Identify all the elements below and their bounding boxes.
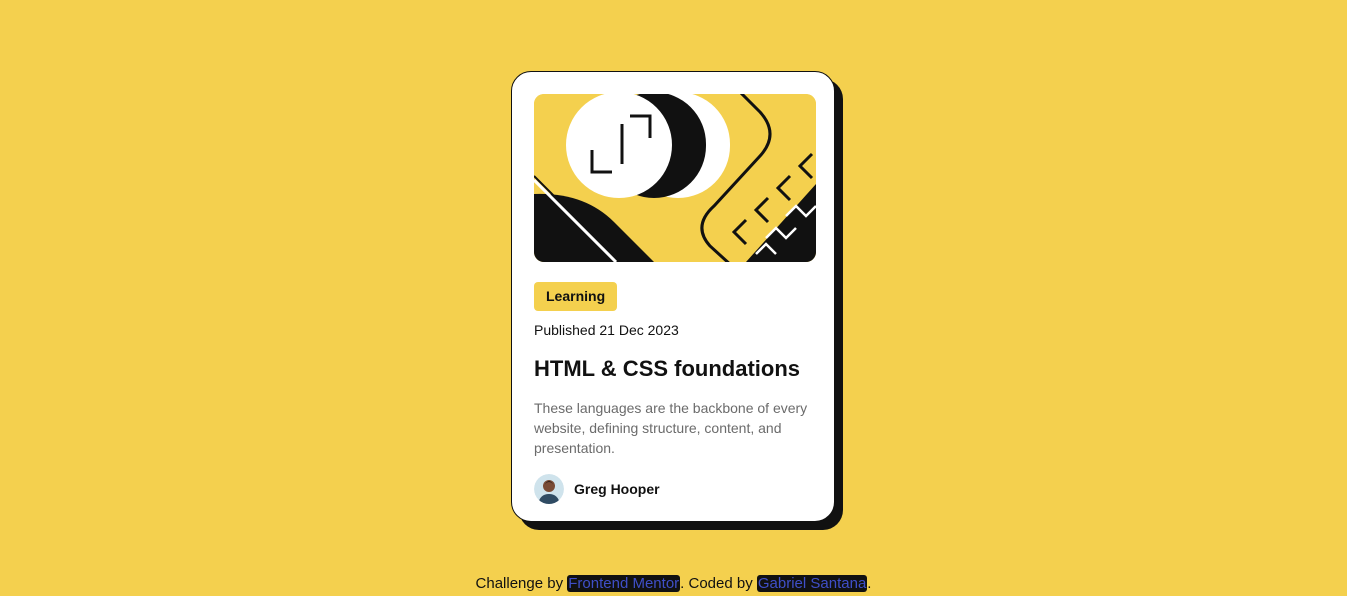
publish-date: Published 21 Dec 2023 [534,322,679,338]
attribution-prefix: Challenge by [475,575,568,592]
card-title[interactable]: HTML & CSS foundations [534,356,800,382]
frontend-mentor-link[interactable]: Frontend Mentor [567,575,681,592]
category-tag: Learning [534,282,618,311]
attribution: Challenge by Frontend Mentor. Coded by G… [0,575,1347,592]
card-description: These languages are the backbone of ever… [534,400,808,456]
author-name: Greg Hooper [574,481,660,497]
attribution-suffix: . [867,575,872,592]
attribution-middle: . Coded by [680,575,757,592]
author: Greg Hooper [534,474,660,504]
blog-preview-card[interactable]: Learning Published 21 Dec 2023 HTML & CS… [511,71,835,522]
card-illustration [534,94,816,262]
author-avatar [534,474,564,504]
author-link[interactable]: Gabriel Santana [756,575,868,592]
